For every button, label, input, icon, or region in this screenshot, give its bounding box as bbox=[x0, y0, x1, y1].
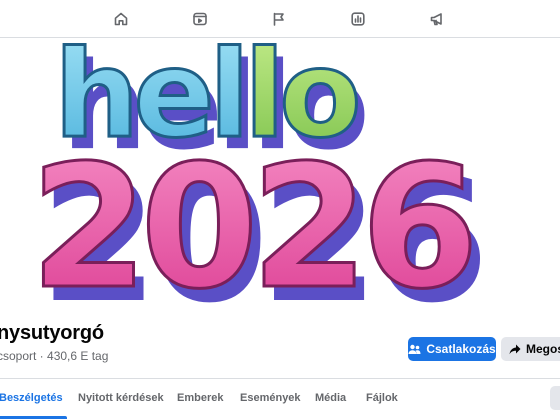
tab-media[interactable]: Média bbox=[315, 379, 346, 417]
tab-open-questions[interactable]: Nyitott kérdések bbox=[78, 379, 164, 417]
video-icon[interactable] bbox=[191, 10, 209, 28]
active-tab-indicator bbox=[0, 416, 67, 419]
chart-icon[interactable] bbox=[349, 10, 367, 28]
share-button[interactable]: Megosz bbox=[501, 337, 560, 361]
year-text: 2026 bbox=[30, 129, 471, 306]
join-group-button[interactable]: Csatlakozás bbox=[408, 337, 496, 361]
tab-files[interactable]: Fájlok bbox=[366, 379, 398, 417]
flag-icon[interactable] bbox=[270, 10, 288, 28]
top-navigation bbox=[0, 0, 560, 38]
join-button-label: Csatlakozás bbox=[426, 342, 496, 356]
cover-illustration: hello hello 2026 2026 bbox=[29, 38, 490, 306]
tab-discussion[interactable]: Beszélgetés bbox=[0, 379, 67, 419]
people-icon bbox=[408, 344, 421, 355]
tab-people[interactable]: Emberek bbox=[177, 379, 223, 417]
more-options-button[interactable] bbox=[550, 386, 560, 410]
tab-events[interactable]: Események bbox=[240, 379, 301, 417]
group-tabs: Beszélgetés Nyitott kérdések Emberek Ese… bbox=[0, 379, 560, 420]
group-member-count: csoport · 430,6 E tag bbox=[0, 349, 109, 363]
share-button-label: Megosz bbox=[526, 342, 560, 356]
share-arrow-icon bbox=[509, 344, 521, 355]
home-icon[interactable] bbox=[112, 10, 130, 28]
group-title: nysutyorgó bbox=[0, 322, 104, 344]
megaphone-icon[interactable] bbox=[428, 10, 446, 28]
cover-photo[interactable]: hello hello 2026 2026 bbox=[10, 38, 560, 306]
